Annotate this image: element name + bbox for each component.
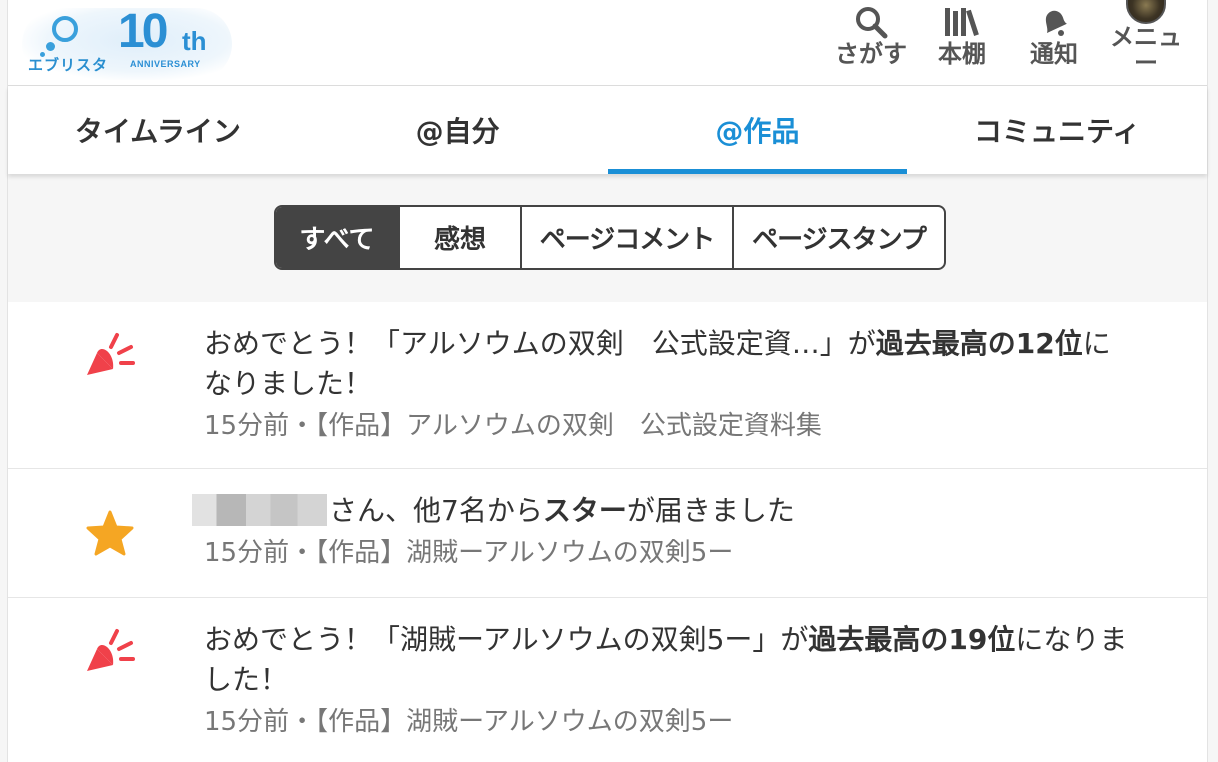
logo-name: エブリスタ [28,56,109,74]
nav-notifications-label: 通知 [1030,40,1078,68]
logo-th: th [182,26,207,56]
notification-message: さん、他7名からスターが届きました [192,491,1137,531]
list-item[interactable]: おめでとう！「アルソウムの双剣 公式設定資…」が過去最高の12位になりました！ … [8,302,1207,469]
blurred-username [192,494,327,526]
nav-search-label: さがす [835,40,907,68]
logo-ring-icon [52,16,78,42]
list-item[interactable]: おめでとう！「湖賊ーアルソウムの双剣5ー」が過去最高の19位になりました！ 15… [8,598,1207,762]
notification-meta: 15分前・【作品】湖賊ーアルソウムの双剣5ー [204,707,734,737]
filter-area: すべて 感想 ページコメント ページスタンプ [8,174,1207,302]
filter-reviews[interactable]: 感想 [398,207,520,268]
tab-community[interactable]: コミュニティ [907,86,1207,174]
notification-body: おめでとう！「アルソウムの双剣 公式設定資…」が過去最高の12位になりました！ … [204,324,1137,446]
message-text: さん、他7名から [329,494,543,527]
header: エブリスタ 10 th ANNIVERSARY さがす 本棚 通知 メニュー [8,0,1207,86]
nav-menu-label: メニュー [1110,23,1182,77]
logo-anniversary: ANNIVERSARY [130,59,201,69]
bookshelf-icon [930,4,994,40]
logo-dot-icon [46,42,55,51]
notification-message: おめでとう！「湖賊ーアルソウムの双剣5ー」が過去最高の19位になりました！ [204,620,1137,700]
filter-all[interactable]: すべて [276,207,398,268]
message-highlight: 過去最高の19位 [808,623,1016,656]
app-frame: エブリスタ 10 th ANNIVERSARY さがす 本棚 通知 メニュー タ… [7,0,1208,762]
nav-bookshelf[interactable]: 本棚 [930,4,994,68]
message-highlight: 過去最高の12位 [875,327,1083,360]
filter-segmented-control: すべて 感想 ページコメント ページスタンプ [274,205,946,270]
list-item[interactable]: さん、他7名からスターが届きました 15分前・【作品】湖賊ーアルソウムの双剣5ー [8,469,1207,598]
notification-message: おめでとう！「アルソウムの双剣 公式設定資…」が過去最高の12位になりました！ [204,324,1137,404]
everystar-logo[interactable]: エブリスタ 10 th ANNIVERSARY [22,5,232,80]
filter-page-comments[interactable]: ページコメント [520,207,732,268]
message-text: が届きました [626,494,795,527]
nav-notifications[interactable]: 通知 [1022,4,1086,68]
notification-meta: 15分前・【作品】湖賊ーアルソウムの双剣5ー [204,538,734,568]
notification-meta: 15分前・【作品】アルソウムの双剣 公式設定資料集 [204,411,822,441]
message-text: おめでとう！「アルソウムの双剣 公式設定資…」が [204,327,876,360]
avatar [1126,0,1166,24]
notification-body: おめでとう！「湖賊ーアルソウムの双剣5ー」が過去最高の19位になりました！ 15… [204,620,1137,742]
party-popper-icon [80,622,140,682]
search-icon [830,4,912,40]
message-text: おめでとう！「湖賊ーアルソウムの双剣5ー」が [204,623,809,656]
tab-timeline[interactable]: タイムライン [8,86,308,174]
logo-ten: 10 [118,5,168,58]
filter-page-stamps[interactable]: ページスタンプ [732,207,944,268]
bell-icon [1022,4,1086,40]
nav-bookshelf-label: 本棚 [938,40,986,68]
tab-mine[interactable]: @自分 [308,86,608,174]
party-popper-icon [80,326,140,386]
tab-works[interactable]: @作品 [607,86,908,174]
notification-body: さん、他7名からスターが届きました 15分前・【作品】湖賊ーアルソウムの双剣5ー [192,491,1137,573]
nav-menu[interactable]: メニュー [1106,0,1186,76]
message-highlight: スター [542,494,627,527]
notification-list: おめでとう！「アルソウムの双剣 公式設定資…」が過去最高の12位になりました！ … [8,302,1207,762]
star-icon [80,503,140,563]
nav-search[interactable]: さがす [830,4,912,68]
tab-bar: タイムライン @自分 @作品 コミュニティ [8,86,1207,174]
